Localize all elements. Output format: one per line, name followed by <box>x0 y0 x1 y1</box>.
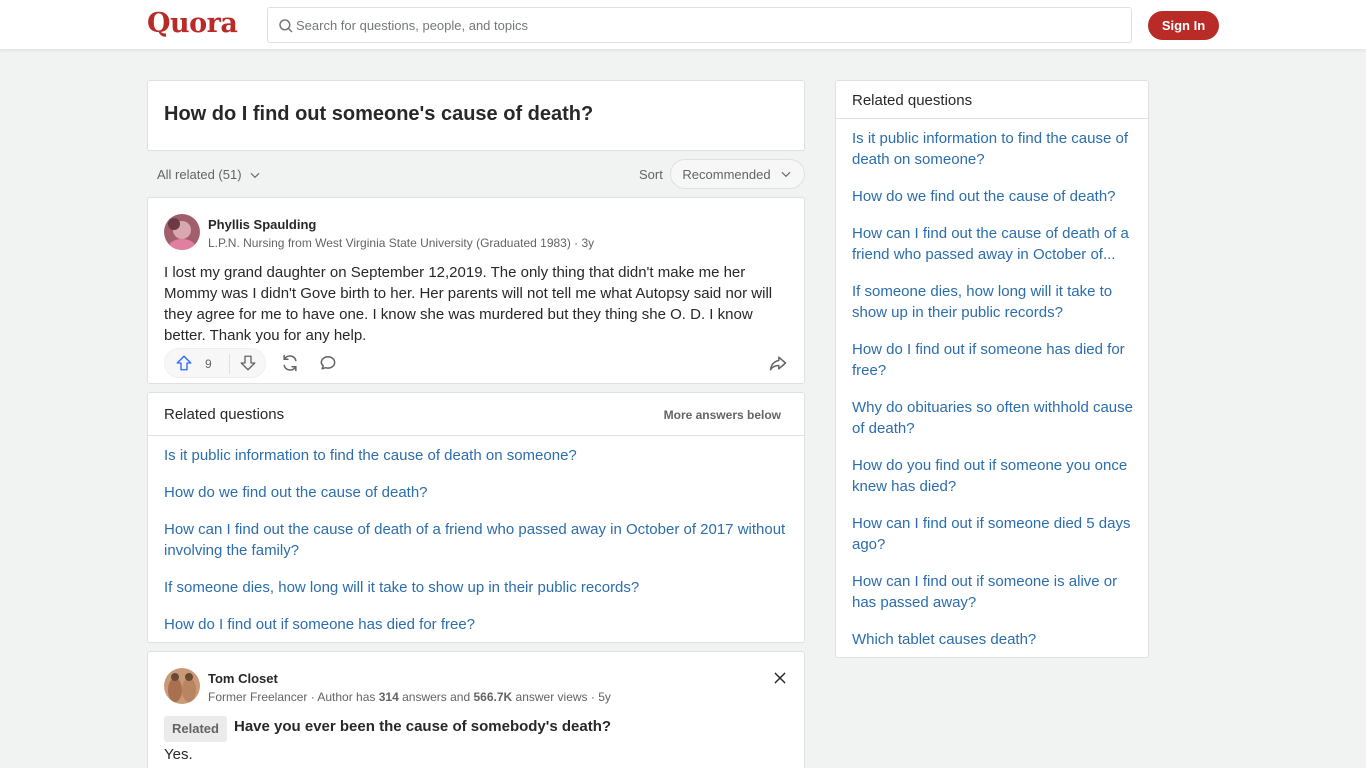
related-question-link[interactable]: How do we find out the cause of death? <box>164 482 794 503</box>
sidebar-related-questions: Related questions Is it public informati… <box>835 80 1149 658</box>
more-answers-below: More answers below <box>663 408 781 422</box>
sidebar-list: Is it public information to find the cau… <box>852 128 1138 666</box>
author-credential: Former Freelancer · Author has 314 answe… <box>208 690 611 704</box>
related-list: Is it public information to find the cau… <box>164 445 794 651</box>
credential-text: answers and <box>398 690 474 704</box>
related-question-link[interactable]: How can I find out the cause of death of… <box>164 519 794 561</box>
chevron-down-icon <box>781 171 791 178</box>
divider <box>229 354 230 374</box>
search-icon <box>279 19 293 33</box>
answer-text: I lost my grand daughter on September 12… <box>164 264 773 344</box>
answer-filter-row: All related (51) Sort Recommended <box>147 159 805 189</box>
top-navbar: Quora Sign In <box>0 0 1366 50</box>
answer-card: Tom Closet Former Freelancer · Author ha… <box>147 651 805 768</box>
views-count: 566.7K <box>473 690 513 704</box>
author-name[interactable]: Tom Closet <box>208 671 278 686</box>
upvote-count: 9 <box>205 357 212 371</box>
related-badge: Related <box>164 716 227 742</box>
sidebar-question-link[interactable]: How can I find out the cause of death of… <box>852 223 1138 265</box>
comment-icon[interactable] <box>318 353 338 373</box>
avatar[interactable] <box>164 214 200 250</box>
sidebar-question-link[interactable]: How can I find out if someone died 5 day… <box>852 513 1138 555</box>
question-title: How do I find out someone's cause of dea… <box>164 103 594 125</box>
sort-dropdown[interactable]: Recommended <box>670 159 805 189</box>
related-question-title[interactable]: Have you ever been the cause of somebody… <box>234 718 611 735</box>
related-question-link[interactable]: How do I find out if someone has died fo… <box>164 614 794 635</box>
credential-text: Former Freelancer · Author has <box>208 690 379 704</box>
quora-logo[interactable]: Quora <box>147 8 238 39</box>
answer-text: Yes. <box>164 746 193 763</box>
vote-control: 9 <box>164 348 266 378</box>
related-header: Related questions More answers below <box>148 393 804 436</box>
search-input[interactable] <box>296 8 1116 42</box>
answer-actions: 9 <box>164 348 790 378</box>
sidebar-question-link[interactable]: How do you find out if someone you once … <box>852 455 1138 497</box>
upvote-icon[interactable] <box>175 354 193 372</box>
sidebar-header: Related questions <box>836 81 1148 119</box>
author-name[interactable]: Phyllis Spaulding <box>208 217 316 232</box>
related-title: Related questions <box>164 406 285 423</box>
sidebar-title: Related questions <box>852 92 973 109</box>
sidebar-question-link[interactable]: How can I find out if someone is alive o… <box>852 571 1138 613</box>
answers-count: 314 <box>378 690 399 704</box>
related-question-link[interactable]: If someone dies, how long will it take t… <box>164 577 794 598</box>
sort-label: Sort <box>639 167 663 182</box>
avatar[interactable] <box>164 668 200 704</box>
share-icon[interactable] <box>768 353 788 373</box>
related-question-link[interactable]: Is it public information to find the cau… <box>164 445 794 466</box>
credential-text: answer views · 5y <box>512 690 611 704</box>
sidebar-question-link[interactable]: How do we find out the cause of death? <box>852 186 1138 207</box>
sidebar-question-link[interactable]: Why do obituaries so often withhold caus… <box>852 397 1138 439</box>
sort-value: Recommended <box>682 166 771 182</box>
sidebar-question-link[interactable]: If someone dies, how long will it take t… <box>852 281 1138 323</box>
all-related-dropdown[interactable]: All related (51) <box>157 167 262 182</box>
answer-card: Phyllis Spaulding L.P.N. Nursing from We… <box>147 197 805 384</box>
question-card: How do I find out someone's cause of dea… <box>147 80 805 151</box>
author-credential: L.P.N. Nursing from West Virginia State … <box>208 236 595 250</box>
all-related-label: All related (51) <box>157 167 242 182</box>
downvote-icon[interactable] <box>239 354 257 372</box>
sidebar-question-link[interactable]: How do I find out if someone has died fo… <box>852 339 1138 381</box>
reshare-icon[interactable] <box>280 353 300 373</box>
sign-in-button[interactable]: Sign In <box>1148 11 1219 40</box>
search-bar[interactable] <box>267 7 1132 43</box>
sidebar-question-link[interactable]: Is it public information to find the cau… <box>852 128 1138 170</box>
sidebar-question-link[interactable]: Which tablet causes death? <box>852 629 1138 650</box>
related-questions-card: Related questions More answers below Is … <box>147 392 805 643</box>
chevron-down-icon <box>250 172 260 178</box>
close-icon[interactable] <box>772 670 788 686</box>
